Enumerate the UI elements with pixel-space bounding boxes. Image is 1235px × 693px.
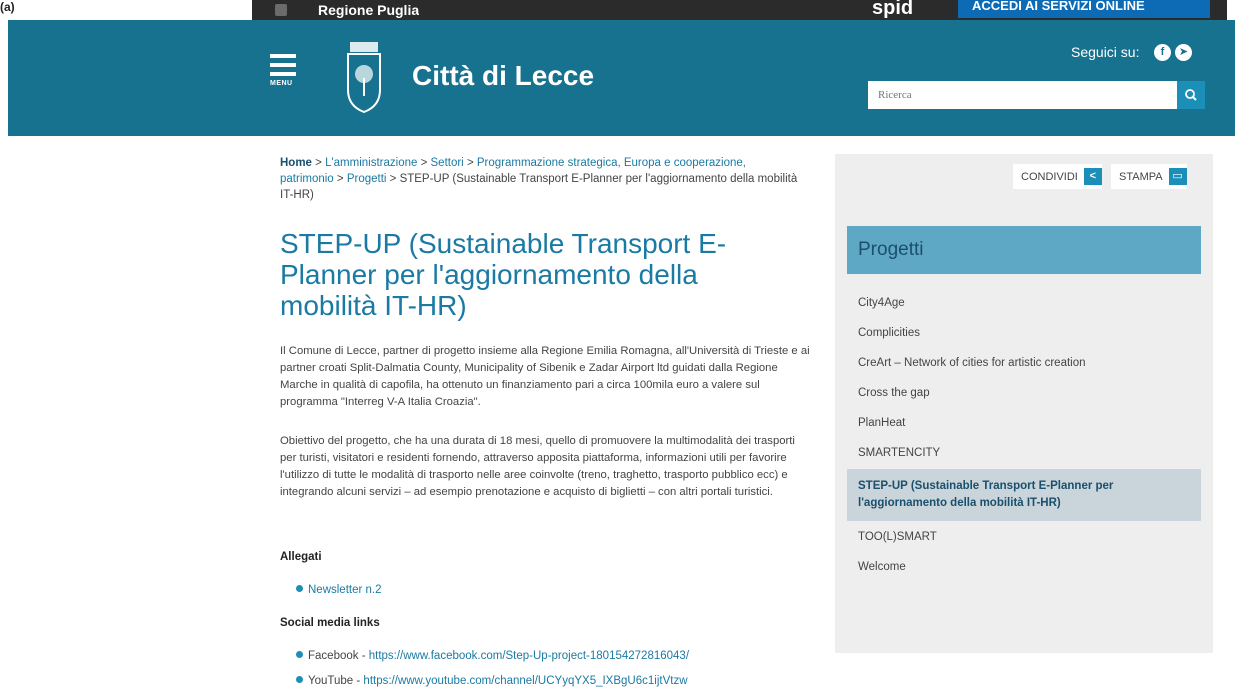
sidebar-item-toolsmart[interactable]: TOO(L)SMART — [847, 531, 1201, 543]
menu-label: MENU — [270, 80, 293, 87]
hamburger-icon-line — [270, 63, 296, 67]
sidebar: CONDIVIDI < STAMPA ▭ Progetti City4Age C… — [835, 154, 1213, 653]
breadcrumb-sep: > — [463, 157, 477, 169]
telegram-icon[interactable]: ➤ — [1175, 44, 1192, 61]
sidebar-item-planheat[interactable]: PlanHeat — [847, 417, 1201, 429]
search-input[interactable] — [868, 81, 1177, 109]
site-header — [8, 20, 1235, 136]
menu-button[interactable]: MENU — [270, 54, 298, 94]
sidebar-item-city4age[interactable]: City4Age — [847, 297, 1201, 309]
sidebar-heading: Progetti — [847, 226, 1201, 274]
breadcrumb-sep: > — [386, 173, 400, 185]
list-item: Newsletter n.2 — [296, 584, 382, 596]
youtube-link[interactable]: https://www.youtube.com/channel/UCYyqYX5… — [363, 675, 687, 687]
facebook-label: Facebook - — [308, 650, 369, 662]
sidebar-item-creart[interactable]: CreArt – Network of cities for artistic … — [847, 357, 1201, 369]
sidebar-item-welcome[interactable]: Welcome — [847, 561, 1201, 573]
search-button[interactable] — [1177, 81, 1205, 109]
social-heading: Social media links — [280, 617, 380, 629]
bullet-icon — [296, 676, 303, 683]
online-services-button[interactable]: ACCEDI AI SERVIZI ONLINE — [958, 0, 1210, 18]
print-icon: ▭ — [1168, 168, 1187, 185]
print-label: STAMPA — [1119, 170, 1163, 183]
corner-label: (a) — [0, 0, 15, 14]
breadcrumb-item[interactable]: L'amministrazione — [325, 157, 417, 169]
facebook-link[interactable]: https://www.facebook.com/Step-Up-project… — [369, 650, 689, 662]
list-item: Facebook - https://www.facebook.com/Step… — [296, 650, 689, 662]
top-bar: (a) Regione Puglia spid ACCEDI AI SERVIZ… — [0, 0, 1235, 20]
facebook-icon[interactable]: f — [1154, 44, 1171, 61]
sidebar-item-step-up[interactable]: STEP-UP (Sustainable Transport E-Planner… — [847, 469, 1201, 521]
city-crest-icon[interactable] — [344, 40, 384, 116]
sidebar-item-smartencity[interactable]: SMARTENCITY — [847, 447, 1201, 459]
sidebar-item-cross-the-gap[interactable]: Cross the gap — [847, 387, 1201, 399]
page-title: STEP-UP (Sustainable Transport E-Planner… — [280, 228, 727, 321]
breadcrumb-home[interactable]: Home — [280, 157, 312, 169]
share-icon: < — [1083, 168, 1102, 185]
breadcrumb-item[interactable]: Settori — [431, 157, 464, 169]
objective-paragraph: Obiettivo del progetto, che ha una durat… — [280, 435, 795, 498]
breadcrumb-item[interactable]: Progetti — [347, 173, 387, 185]
region-crest-icon — [275, 4, 287, 16]
hamburger-icon-line — [270, 72, 296, 76]
spid-logo[interactable]: spid — [872, 0, 913, 18]
bullet-icon — [296, 651, 303, 658]
bullet-icon — [296, 585, 303, 592]
projects-list: City4Age Complicities CreArt – Network o… — [847, 297, 1201, 573]
print-button[interactable]: STAMPA ▭ — [1111, 164, 1187, 189]
region-link[interactable]: Regione Puglia — [318, 2, 419, 18]
youtube-label: YouTube - — [308, 675, 364, 687]
breadcrumb-sep: > — [417, 157, 431, 169]
breadcrumb-sep: > — [311, 157, 326, 169]
search-icon — [1185, 89, 1197, 101]
share-button[interactable]: CONDIVIDI < — [1013, 164, 1102, 189]
hamburger-icon — [270, 54, 296, 58]
attachments-heading: Allegati — [280, 551, 322, 563]
follow-label: Seguici su: — [1071, 44, 1140, 60]
sidebar-item-complicities[interactable]: Complicities — [847, 327, 1201, 339]
intro-paragraph: Il Comune di Lecce, partner di progetto … — [280, 345, 810, 408]
site-title[interactable]: Città di Lecce — [412, 60, 594, 92]
list-item: YouTube - https://www.youtube.com/channe… — [296, 675, 688, 687]
breadcrumb-sep: > — [333, 173, 347, 185]
breadcrumb: Home > L'amministrazione > Settori > Pro… — [280, 155, 800, 203]
newsletter-link[interactable]: Newsletter n.2 — [308, 584, 382, 596]
share-label: CONDIVIDI — [1021, 170, 1078, 183]
